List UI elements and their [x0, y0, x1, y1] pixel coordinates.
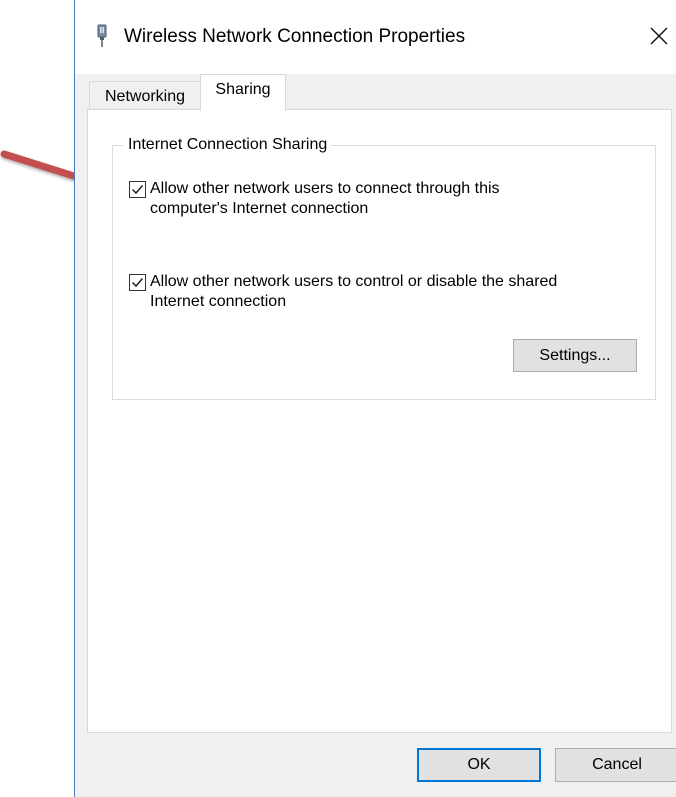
- allow-control-label: Allow other network users to control or …: [150, 273, 558, 310]
- allow-connect-checkbox[interactable]: [129, 181, 146, 198]
- tab-sharing[interactable]: Sharing: [200, 74, 286, 111]
- tab-label: Networking: [104, 87, 186, 105]
- group-title: Internet Connection Sharing: [124, 135, 332, 155]
- ok-button[interactable]: OK: [417, 748, 541, 782]
- network-adapter-icon: [97, 24, 107, 47]
- window-title: Wireless Network Connection Properties: [124, 26, 466, 47]
- properties-dialog: Wireless Network Connection Properties N…: [74, 0, 676, 797]
- allow-connect-label: Allow other network users to connect thr…: [150, 180, 500, 217]
- cancel-button[interactable]: Cancel: [555, 748, 676, 782]
- tab-bar: Networking Sharing: [75, 74, 676, 111]
- internet-connection-sharing-group: Internet Connection Sharing Allow other …: [112, 135, 656, 400]
- checkmark-icon: [131, 278, 144, 288]
- title-bar: Wireless Network Connection Properties: [75, 0, 676, 74]
- allow-connect-option[interactable]: Allow other network users to connect thr…: [129, 179, 570, 219]
- tab-networking[interactable]: Networking: [89, 81, 201, 111]
- settings-button[interactable]: Settings...: [513, 339, 637, 372]
- allow-control-checkbox[interactable]: [129, 274, 146, 291]
- close-button[interactable]: [641, 18, 676, 54]
- tab-label: Sharing: [215, 81, 271, 98]
- allow-control-option[interactable]: Allow other network users to control or …: [129, 272, 570, 312]
- sharing-panel: Internet Connection Sharing Allow other …: [87, 109, 672, 733]
- close-icon: [650, 27, 668, 45]
- checkmark-icon: [131, 185, 144, 195]
